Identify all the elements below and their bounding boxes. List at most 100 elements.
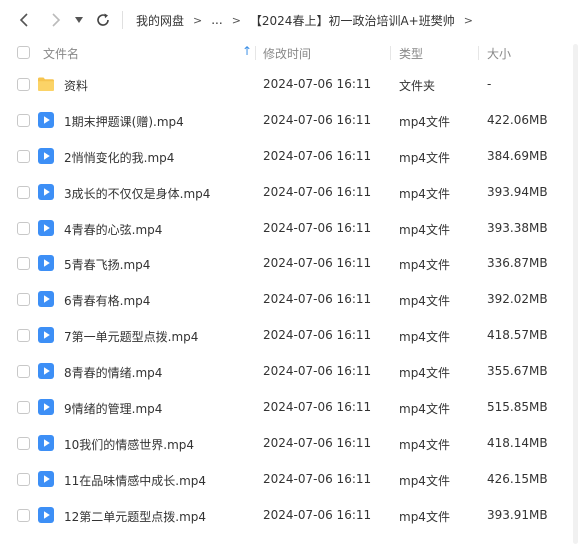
- file-size: 393.38MB: [487, 220, 548, 235]
- file-name[interactable]: 10我们的情感世界.mp4: [64, 436, 194, 453]
- file-row[interactable]: 1期末押题课(赠).mp4 2024-07-06 16:11 mp4文件 422.06…: [0, 102, 579, 138]
- video-file-icon: [37, 434, 55, 452]
- row-checkbox[interactable]: [17, 78, 30, 91]
- column-divider[interactable]: [478, 46, 479, 60]
- row-checkbox[interactable]: [17, 365, 30, 379]
- file-row[interactable]: 6青春有格.mp4 2024-07-06 16:11 mp4文件 392.02MB: [0, 281, 579, 317]
- file-row[interactable]: 11在品味情感中成长.mp4 2024-07-06 16:11 mp4文件 426.1…: [0, 461, 579, 497]
- file-name[interactable]: 12第二单元题型点拨.mp4: [64, 508, 206, 525]
- column-divider[interactable]: [255, 46, 256, 60]
- breadcrumb-current[interactable]: 【2024春上】初一政治培训A+班樊帅: [247, 12, 458, 29]
- select-all-checkbox[interactable]: [17, 46, 30, 59]
- file-list: 资料 2024-07-06 16:11 文件夹 - 1期末押题课(赠).mp4 2024-…: [0, 66, 579, 533]
- file-name[interactable]: 资料: [64, 77, 88, 94]
- file-row[interactable]: 5青春飞扬.mp4 2024-07-06 16:11 mp4文件 336.87MB: [0, 245, 579, 281]
- file-row[interactable]: 12第二单元题型点拨.mp4 2024-07-06 16:11 mp4文件 393.9…: [0, 497, 579, 533]
- file-row[interactable]: 2悄悄变化的我.mp4 2024-07-06 16:11 mp4文件 384.69MB: [0, 138, 579, 174]
- file-modified-time: 2024-07-06 16:11: [263, 364, 372, 379]
- file-size: -: [487, 77, 492, 91]
- file-type: mp4文件: [399, 294, 450, 309]
- file-type: 文件夹: [399, 79, 436, 93]
- file-modified-time: 2024-07-06 16:11: [263, 435, 372, 450]
- column-divider[interactable]: [390, 46, 391, 60]
- breadcrumb-ellipsis[interactable]: ...: [208, 13, 225, 27]
- file-modified-time: 2024-07-06 16:11: [263, 112, 372, 127]
- file-size: 336.87MB: [487, 256, 548, 271]
- file-size: 393.91MB: [487, 507, 548, 522]
- row-checkbox[interactable]: [17, 293, 30, 307]
- file-modified-time: 2024-07-06 16:11: [263, 471, 372, 486]
- history-dropdown-button[interactable]: [68, 9, 90, 31]
- list-header: 文件名 ↑ 修改时间 类型 大小: [0, 40, 579, 66]
- file-modified-time: 2024-07-06 16:11: [263, 148, 372, 163]
- video-file-icon: [37, 326, 55, 344]
- video-file-icon: [37, 111, 55, 129]
- file-type: mp4文件: [399, 330, 450, 345]
- file-row[interactable]: 4青春的心弦.mp4 2024-07-06 16:11 mp4文件 393.38MB: [0, 210, 579, 246]
- row-checkbox[interactable]: [17, 185, 30, 199]
- file-type: mp4文件: [399, 186, 450, 201]
- header-size[interactable]: 大小: [487, 45, 511, 62]
- chevron-left-icon: [19, 13, 28, 27]
- file-modified-time: 2024-07-06 16:11: [263, 256, 372, 271]
- breadcrumb: 我的网盘 > ... > 【2024春上】初一政治培训A+班樊帅 >: [133, 12, 479, 29]
- file-size: 426.15MB: [487, 471, 548, 486]
- file-type: mp4文件: [399, 509, 450, 524]
- file-size: 422.06MB: [487, 112, 548, 127]
- file-row[interactable]: 资料 2024-07-06 16:11 文件夹 -: [0, 66, 579, 102]
- file-name[interactable]: 3成长的不仅仅是身体.mp4: [64, 185, 210, 202]
- row-checkbox[interactable]: [17, 221, 30, 235]
- file-modified-time: 2024-07-06 16:11: [263, 292, 372, 307]
- row-checkbox[interactable]: [17, 508, 30, 522]
- refresh-button[interactable]: [92, 9, 114, 31]
- file-name[interactable]: 1期末押题课(赠).mp4: [64, 113, 184, 130]
- file-name[interactable]: 4青春的心弦.mp4: [64, 221, 162, 238]
- file-row[interactable]: 8青春的情绪.mp4 2024-07-06 16:11 mp4文件 355.67MB: [0, 353, 579, 389]
- back-button[interactable]: [14, 9, 36, 31]
- navigation-bar: 我的网盘 > ... > 【2024春上】初一政治培训A+班樊帅 >: [0, 0, 579, 40]
- row-checkbox[interactable]: [17, 149, 30, 163]
- row-checkbox[interactable]: [17, 472, 30, 486]
- file-name[interactable]: 7第一单元题型点拨.mp4: [64, 328, 198, 345]
- sort-ascending-icon[interactable]: ↑: [242, 44, 252, 58]
- file-name[interactable]: 5青春飞扬.mp4: [64, 256, 150, 273]
- row-checkbox[interactable]: [17, 436, 30, 450]
- header-type[interactable]: 类型: [399, 45, 423, 62]
- file-name[interactable]: 9情绪的管理.mp4: [64, 400, 162, 417]
- file-size: 355.67MB: [487, 364, 548, 379]
- row-checkbox[interactable]: [17, 329, 30, 343]
- file-size: 515.85MB: [487, 400, 548, 415]
- file-modified-time: 2024-07-06 16:11: [263, 184, 372, 199]
- row-checkbox[interactable]: [17, 113, 30, 127]
- file-row[interactable]: 7第一单元题型点拨.mp4 2024-07-06 16:11 mp4文件 418.57…: [0, 317, 579, 353]
- folder-icon: [37, 75, 55, 93]
- row-checkbox[interactable]: [17, 401, 30, 415]
- file-name[interactable]: 8青春的情绪.mp4: [64, 364, 162, 381]
- video-file-icon: [37, 183, 55, 201]
- breadcrumb-home[interactable]: 我的网盘: [133, 12, 187, 29]
- video-file-icon: [37, 147, 55, 165]
- header-name[interactable]: 文件名: [43, 45, 79, 62]
- file-name[interactable]: 6青春有格.mp4: [64, 292, 150, 309]
- file-row[interactable]: 10我们的情感世界.mp4 2024-07-06 16:11 mp4文件 418.14…: [0, 425, 579, 461]
- forward-button[interactable]: [44, 9, 66, 31]
- video-file-icon: [37, 506, 55, 524]
- file-type: mp4文件: [399, 150, 450, 165]
- refresh-icon: [97, 13, 109, 26]
- file-name[interactable]: 2悄悄变化的我.mp4: [64, 149, 174, 166]
- file-type: mp4文件: [399, 366, 450, 381]
- breadcrumb-separator-icon: >: [193, 13, 203, 27]
- file-size: 418.14MB: [487, 435, 548, 450]
- header-modified-time[interactable]: 修改时间: [263, 45, 311, 62]
- file-row[interactable]: 9情绪的管理.mp4 2024-07-06 16:11 mp4文件 515.85MB: [0, 389, 579, 425]
- file-row[interactable]: 3成长的不仅仅是身体.mp4 2024-07-06 16:11 mp4文件 393.9…: [0, 174, 579, 210]
- file-type: mp4文件: [399, 114, 450, 129]
- row-checkbox[interactable]: [17, 257, 30, 271]
- chevron-right-icon: [52, 13, 61, 27]
- file-modified-time: 2024-07-06 16:11: [263, 220, 372, 235]
- scrollbar[interactable]: [573, 44, 578, 544]
- file-modified-time: 2024-07-06 16:11: [263, 77, 372, 91]
- video-file-icon: [37, 290, 55, 308]
- file-type: mp4文件: [399, 258, 450, 273]
- file-name[interactable]: 11在品味情感中成长.mp4: [64, 472, 206, 489]
